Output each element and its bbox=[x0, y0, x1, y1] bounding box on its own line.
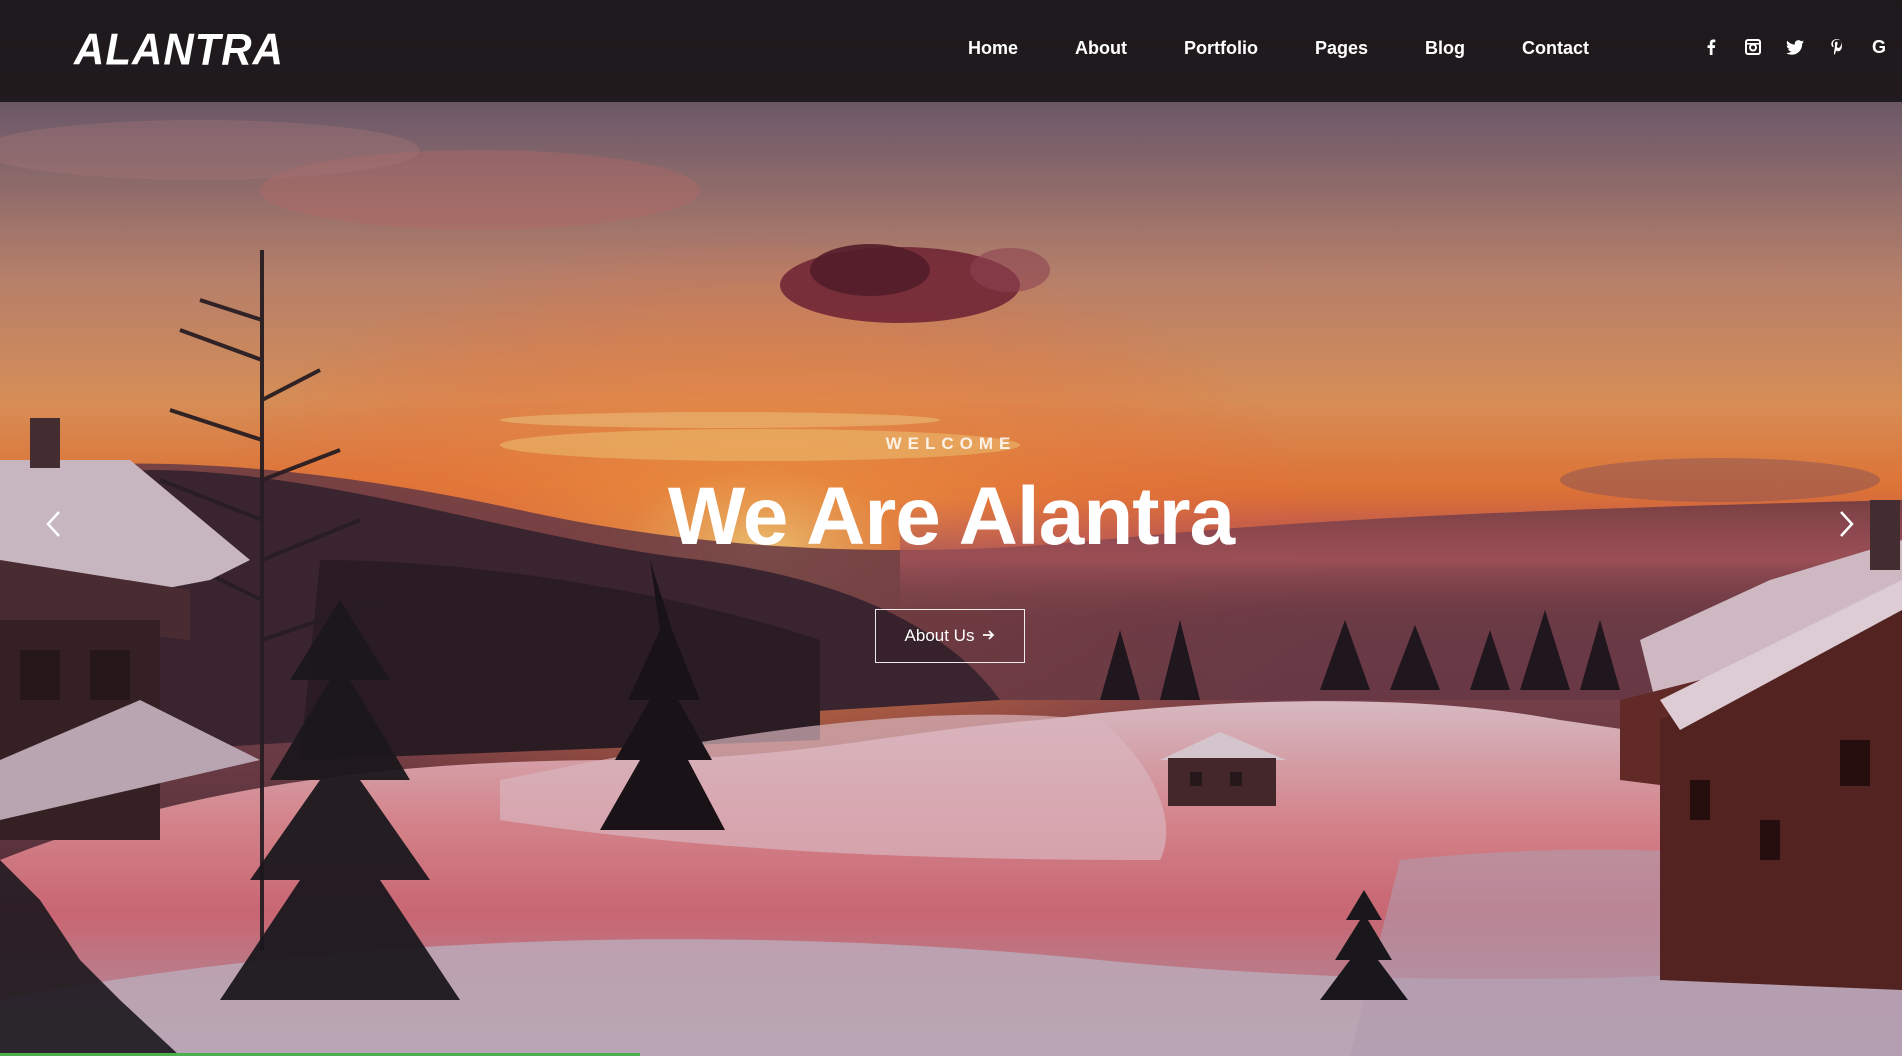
hero-kicker: WELCOME bbox=[885, 434, 1017, 453]
chevron-right-icon bbox=[1838, 509, 1856, 544]
slider-prev-button[interactable] bbox=[33, 506, 73, 546]
about-us-button-label: About Us bbox=[904, 626, 975, 645]
slider-next-button[interactable] bbox=[1827, 506, 1867, 546]
about-us-button[interactable]: About Us bbox=[875, 609, 1025, 663]
hero-slider: WELCOME We Are Alantra About Us bbox=[0, 0, 1902, 1056]
arrow-right-icon bbox=[982, 626, 995, 646]
hero-title: We Are Alantra bbox=[667, 471, 1235, 562]
chevron-left-icon bbox=[44, 509, 62, 544]
page: ALANTRA Home About Portfolio Pages Blog … bbox=[0, 0, 1902, 1056]
